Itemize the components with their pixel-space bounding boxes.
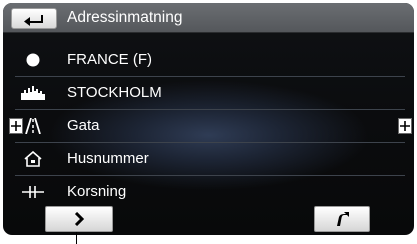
list-item-intersection[interactable]: Korsning [15, 176, 405, 209]
list-item-house-number[interactable]: Husnummer [15, 143, 405, 176]
navigation-screen: Adressinmatning FRANCE (F) STOCKHOLM Gat… [0, 0, 417, 244]
header-bar: Adressinmatning [3, 3, 414, 33]
zoom-in-right-button[interactable] [398, 118, 412, 134]
intersection-icon [18, 182, 48, 202]
plus-icon [400, 121, 410, 131]
navigate-button[interactable] [314, 206, 370, 232]
country-dot-icon [18, 50, 48, 70]
list-item-label: STOCKHOLM [67, 84, 162, 101]
list-item-label: Husnummer [67, 150, 149, 167]
back-button[interactable] [11, 8, 57, 29]
plus-icon [11, 121, 21, 131]
list-item-label: Gata [67, 117, 100, 134]
zoom-in-left-button[interactable] [9, 118, 23, 134]
route-arrow-icon [335, 212, 349, 226]
list-item-city[interactable]: STOCKHOLM [15, 77, 405, 110]
next-button[interactable] [45, 206, 113, 232]
list-item-street[interactable]: Gata [15, 110, 405, 143]
chevron-right-icon [73, 212, 85, 226]
display-frame: Adressinmatning FRANCE (F) STOCKHOLM Gat… [3, 3, 414, 235]
house-icon [18, 149, 48, 169]
back-arrow-icon [23, 12, 45, 26]
list-item-label: Korsning [67, 183, 127, 200]
list-item-label: FRANCE (F) [67, 51, 152, 68]
list-item-country[interactable]: FRANCE (F) [15, 44, 405, 77]
page-title: Adressinmatning [67, 9, 183, 26]
callout-line [76, 232, 77, 244]
city-skyline-icon [18, 83, 48, 103]
